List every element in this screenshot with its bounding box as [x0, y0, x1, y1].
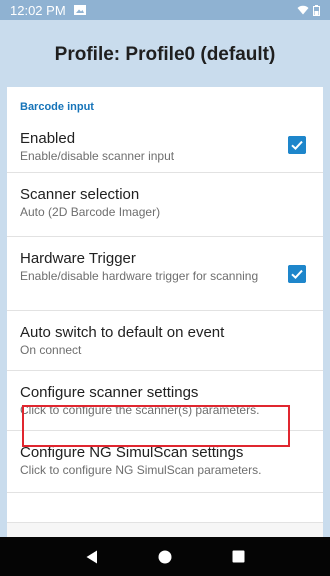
pref-summary: Auto (2D Barcode Imager)	[20, 205, 161, 219]
pref-title: Scanner selection	[20, 186, 140, 203]
home-icon	[158, 550, 172, 563]
section-header: Barcode input	[7, 87, 323, 117]
image-notification-icon	[73, 5, 86, 15]
recents-button[interactable]	[228, 547, 248, 567]
back-button[interactable]	[82, 547, 102, 567]
pref-configure-scanner-settings[interactable]: Configure scanner settings Click to conf…	[7, 371, 323, 431]
pref-title: Auto switch to default on event	[20, 324, 225, 341]
checkbox-checked-icon[interactable]	[288, 135, 306, 154]
recents-icon	[232, 550, 245, 563]
status-bar: 12:02 PM	[0, 0, 330, 20]
wifi-icon	[297, 5, 309, 15]
pref-enabled[interactable]: Enabled Enable/disable scanner input	[7, 117, 323, 173]
pref-title: Hardware Trigger	[20, 250, 136, 267]
back-icon	[86, 550, 97, 563]
pref-configure-ng-simulscan[interactable]: Configure NG SimulScan settings Click to…	[7, 431, 323, 493]
pref-title: Configure NG SimulScan settings	[20, 444, 244, 461]
pref-auto-switch[interactable]: Auto switch to default on event On conne…	[7, 311, 323, 371]
pref-title: Enabled	[20, 130, 76, 147]
pref-next-partial[interactable]	[7, 493, 323, 523]
status-time: 12:02 PM	[10, 2, 66, 18]
status-icons	[297, 4, 320, 16]
pref-summary: Enable/disable hardware trigger for scan…	[20, 269, 259, 283]
page-title: Profile: Profile0 (default)	[54, 44, 276, 65]
pref-scanner-selection[interactable]: Scanner selection Auto (2D Barcode Image…	[7, 173, 323, 237]
pref-hardware-trigger[interactable]: Hardware Trigger Enable/disable hardware…	[7, 237, 323, 311]
pref-title: Configure scanner settings	[20, 384, 199, 401]
pref-summary: Enable/disable scanner input	[20, 149, 175, 163]
preference-list[interactable]: Barcode input Enabled Enable/disable sca…	[7, 87, 323, 537]
checkbox-checked-icon[interactable]	[288, 264, 306, 283]
pref-summary: On connect	[20, 343, 82, 357]
pref-summary: Click to configure the scanner(s) parame…	[20, 403, 260, 417]
app-bar: Profile: Profile0 (default)	[0, 20, 330, 90]
pref-summary: Click to configure NG SimulScan paramete…	[20, 463, 262, 477]
home-button[interactable]	[155, 547, 175, 567]
screen: 12:02 PM Profile: Profile0 (default) Bar…	[0, 0, 330, 576]
battery-icon	[313, 4, 320, 16]
navigation-bar	[0, 537, 330, 576]
